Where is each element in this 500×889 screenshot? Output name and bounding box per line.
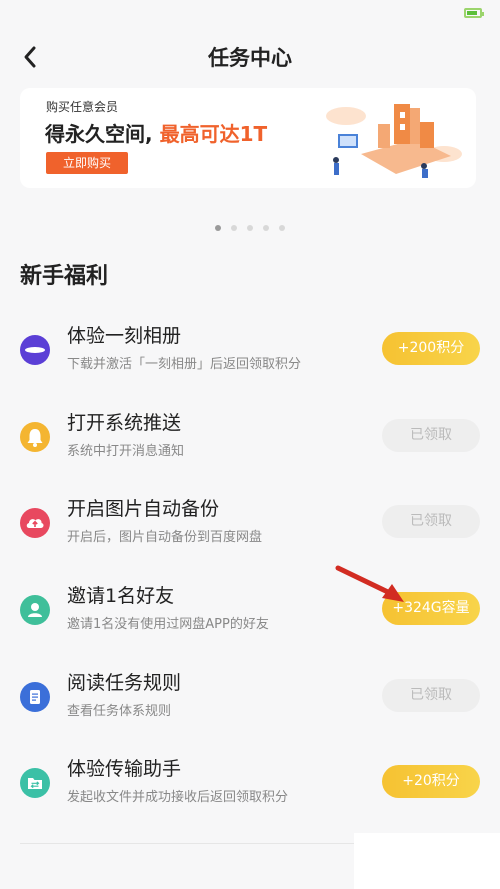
bottom-corner-panel (354, 833, 500, 889)
banner-main-text: 得永久空间, (45, 122, 153, 146)
banner-headline: 得永久空间, 最高可达1T (45, 118, 267, 147)
task-desc: 系统中打开消息通知 (67, 444, 185, 459)
task-row: 邀请1名好友 邀请1名没有使用过网盘APP的好友 +324G容量 (0, 567, 500, 654)
task-row: 开启图片自动备份 开启后，图片自动备份到百度网盘 已领取 (0, 480, 500, 567)
transfer-folder-icon (20, 768, 50, 798)
page-title: 任务中心 (208, 46, 292, 70)
document-icon (20, 682, 50, 712)
cloud-storage-illustration-icon (326, 104, 462, 178)
carousel-dot[interactable] (215, 225, 221, 231)
carousel-dot[interactable] (263, 225, 269, 231)
task-row: 体验一刻相册 下载并激活「一刻相册」后返回领取积分 +200积分 (0, 307, 500, 394)
task-title: 邀请1名好友 (67, 585, 175, 607)
task-title: 打开系统推送 (67, 412, 182, 434)
task-title: 阅读任务规则 (67, 672, 182, 694)
task-desc: 下载并激活「一刻相册」后返回领取积分 (67, 357, 302, 372)
status-bar (0, 0, 500, 28)
buy-now-button[interactable]: 立即购买 (46, 152, 128, 174)
task-row: 打开系统推送 系统中打开消息通知 已领取 (0, 394, 500, 481)
carousel-dot[interactable] (247, 225, 253, 231)
claim-button[interactable]: +200积分 (382, 332, 480, 365)
bell-icon (20, 422, 50, 452)
task-row: 体验传输助手 发起收文件并成功接收后返回领取积分 +20积分 (0, 740, 500, 827)
task-desc: 查看任务体系规则 (67, 704, 172, 719)
task-title: 体验传输助手 (67, 758, 182, 780)
task-title: 体验一刻相册 (67, 325, 182, 347)
battery-icon (464, 8, 484, 18)
red-arrow-annotation-icon (335, 565, 404, 602)
divider (20, 843, 355, 844)
task-desc: 开启后，图片自动备份到百度网盘 (67, 530, 263, 545)
header: 任务中心 (0, 28, 500, 86)
banner-subtitle: 购买任意会员 (46, 100, 119, 114)
promo-banner[interactable]: 购买任意会员 得永久空间, 最高可达1T 立即购买 (20, 88, 476, 188)
cloud-upload-icon (20, 508, 50, 538)
carousel-dot[interactable] (279, 225, 285, 231)
claim-button[interactable]: +20积分 (382, 765, 480, 798)
user-icon (20, 595, 50, 625)
banner-highlight-text: 最高可达1T (159, 122, 268, 146)
claimed-button[interactable]: 已领取 (382, 419, 480, 452)
claimed-button[interactable]: 已领取 (382, 505, 480, 538)
task-row: 阅读任务规则 查看任务体系规则 已领取 (0, 654, 500, 741)
carousel-dots (0, 216, 500, 235)
task-desc: 发起收文件并成功接收后返回领取积分 (67, 790, 289, 805)
claimed-button[interactable]: 已领取 (382, 679, 480, 712)
album-icon (20, 335, 50, 365)
carousel-dot[interactable] (231, 225, 237, 231)
task-title: 开启图片自动备份 (67, 498, 220, 520)
section-title: 新手福利 (20, 264, 109, 289)
task-desc: 邀请1名没有使用过网盘APP的好友 (67, 617, 269, 632)
